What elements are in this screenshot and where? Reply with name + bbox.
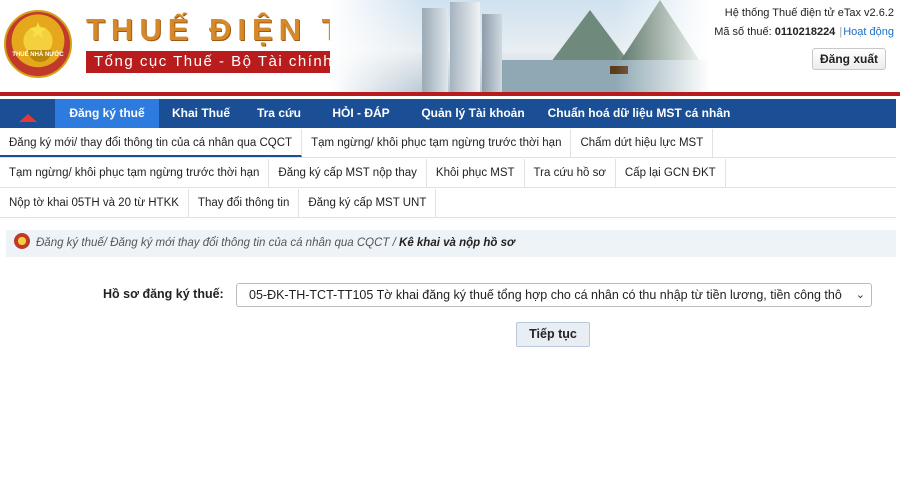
sub-nav-row-2: Tạm ngừng/ khôi phục tạm ngừng trước thờ… — [0, 159, 896, 188]
header-banner: ★ THUẾ NHÀ NƯỚC THUẾ ĐIỆN TỬ Tổng cục Th… — [0, 0, 900, 92]
breadcrumb-path: Đăng ký thuế/ Đăng ký mới thay đổi thông… — [36, 237, 400, 249]
subnav-thay-doi[interactable]: Thay đổi thông tin — [189, 189, 300, 217]
nav-hoi-dap[interactable]: HỎI - ĐÁP — [315, 99, 407, 128]
continue-button[interactable]: Tiếp tục — [516, 322, 590, 347]
sub-nav-row-1: Đăng ký mới/ thay đổi thông tin của cá n… — [0, 129, 896, 158]
nav-khai-thue[interactable]: Khai Thuế — [159, 99, 243, 128]
subnav-dang-ky-unt[interactable]: Đăng ký cấp MST UNT — [299, 189, 437, 217]
nav-chuan-hoa-du-lieu[interactable]: Chuẩn hoá dữ liệu MST cá nhân — [539, 99, 739, 128]
status-link[interactable]: Hoạt động — [843, 26, 894, 38]
breadcrumb: Đăng ký thuế/ Đăng ký mới thay đổi thông… — [6, 230, 896, 257]
tax-code-line: Mã số thuế: 0110218224 |Hoạt động — [714, 26, 894, 38]
subnav-cap-lai-gcn[interactable]: Cấp lại GCN ĐKT — [616, 159, 726, 187]
logout-button[interactable]: Đăng xuất — [812, 48, 886, 70]
home-button[interactable] — [0, 99, 55, 140]
registration-file-select[interactable]: 05-ĐK-TH-TCT-TT105 Tờ khai đăng ký thuế … — [236, 283, 872, 307]
subnav-nop-thay[interactable]: Đăng ký cấp MST nộp thay — [269, 159, 427, 187]
tax-emblem-logo: ★ THUẾ NHÀ NƯỚC — [4, 10, 72, 78]
nav-dang-ky-thue[interactable]: Đăng ký thuế — [55, 99, 159, 128]
chevron-down-icon: ⌄ — [855, 289, 865, 301]
header-divider — [0, 92, 900, 96]
nav-quan-ly-tai-khoan[interactable]: Quản lý Tài khoản — [407, 99, 539, 128]
subnav-tam-ngung[interactable]: Tạm ngừng/ khôi phục tạm ngừng trước thờ… — [302, 129, 572, 157]
emblem-text: THUẾ NHÀ NƯỚC — [12, 52, 64, 58]
subnav-nop-to-khai[interactable]: Nộp tờ khai 05TH và 20 từ HTKK — [0, 189, 189, 217]
nav-tra-cuu[interactable]: Tra cứu — [243, 99, 315, 128]
banner-scenery-image — [330, 0, 710, 92]
subnav-khoi-phuc[interactable]: Khôi phục MST — [427, 159, 525, 187]
tax-code-label: Mã số thuế: — [714, 26, 772, 38]
system-version: Hệ thống Thuế điện tử eTax v2.6.2 — [724, 7, 894, 19]
subnav-dang-ky-moi[interactable]: Đăng ký mới/ thay đổi thông tin của cá n… — [0, 129, 303, 157]
sub-nav-row-3: Nộp tờ khai 05TH và 20 từ HTKK Thay đổi … — [0, 189, 896, 218]
star-icon: ★ — [28, 18, 48, 43]
tax-code-value: 0110218224 — [774, 26, 836, 38]
subnav-cham-dut[interactable]: Chấm dứt hiệu lực MST — [571, 129, 714, 157]
site-subtitle: Tổng cục Thuế - Bộ Tài chính — [86, 51, 358, 73]
subnav-tra-cuu-ho-so[interactable]: Tra cứu hồ sơ — [525, 159, 616, 187]
subnav-tam-ngung-2[interactable]: Tạm ngừng/ khôi phục tạm ngừng trước thờ… — [0, 159, 270, 187]
registration-file-label: Hồ sơ đăng ký thuế: — [103, 287, 224, 301]
main-nav: Đăng ký thuế Khai Thuế Tra cứu HỎI - ĐÁP… — [0, 99, 896, 140]
emblem-icon — [14, 233, 30, 250]
select-value: 05-ĐK-TH-TCT-TT105 Tờ khai đăng ký thuế … — [249, 288, 842, 302]
breadcrumb-current: Kê khai và nộp hồ sơ — [399, 237, 515, 249]
